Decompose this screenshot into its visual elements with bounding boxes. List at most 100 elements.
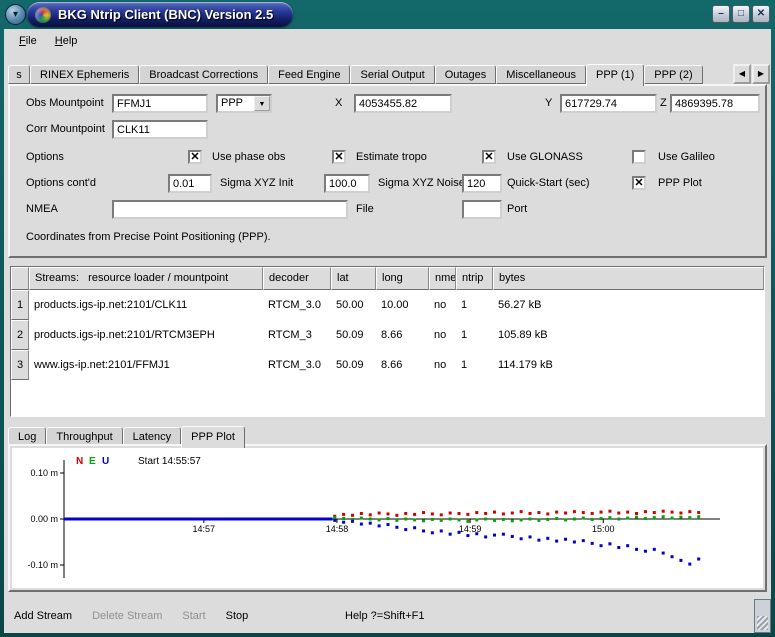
- row-header[interactable]: 2: [11, 320, 29, 350]
- nmea-port-input[interactable]: [462, 200, 502, 219]
- maximize-button[interactable]: □: [732, 5, 750, 23]
- column-header-5[interactable]: ntrip: [456, 267, 493, 290]
- close-icon: ✕: [757, 8, 765, 19]
- cell-bytes: 105.89 kB: [493, 320, 764, 350]
- file-label: File: [356, 200, 374, 219]
- x-label: X: [335, 94, 342, 113]
- stop-button[interactable]: Stop: [226, 610, 249, 622]
- use-galileo-label: Use Galileo: [658, 148, 715, 167]
- tab-ppp-plot[interactable]: PPP Plot: [181, 426, 245, 448]
- svg-text:E: E: [89, 456, 96, 467]
- column-header-4[interactable]: nmea: [429, 267, 456, 290]
- use-galileo-checkbox[interactable]: [632, 150, 646, 164]
- options-contd-label: Options cont'd: [26, 174, 96, 193]
- nmea-label: NMEA: [26, 200, 58, 219]
- tab-broadcast-corrections[interactable]: Broadcast Corrections: [139, 65, 268, 84]
- ppp-combobox[interactable]: PPP ▼: [216, 94, 272, 113]
- cell-nmea: no: [429, 320, 456, 350]
- tab-rinex-ephemeris[interactable]: RINEX Ephemeris: [30, 65, 139, 84]
- use-phase-obs-checkbox[interactable]: ✕: [188, 150, 202, 164]
- cell-mountpoint: products.igs-ip.net:2101/CLK11: [29, 290, 263, 320]
- port-label: Port: [507, 200, 527, 219]
- top-tab-bar: sRINEX EphemerisBroadcast CorrectionsFee…: [8, 62, 703, 84]
- minimize-button[interactable]: –: [712, 5, 730, 23]
- menu-bar: FileHelp: [4, 29, 771, 53]
- window: ▾ BKG Ntrip Client (BNC) Version 2.5 – □…: [0, 0, 775, 637]
- svg-text:Start 14:55:57: Start 14:55:57: [138, 456, 201, 467]
- svg-text:15:00: 15:00: [592, 524, 615, 534]
- svg-text:0.00 m: 0.00 m: [30, 514, 58, 524]
- cell-bytes: 114.179 kB: [493, 350, 764, 380]
- arrow-right-icon: ▶: [758, 69, 764, 78]
- menu-item-help[interactable]: Help: [46, 32, 87, 50]
- sigma-xyz-init-input[interactable]: [168, 174, 212, 193]
- cell-decoder: RTCM_3.0: [263, 350, 331, 380]
- ppp-plot-checkbox[interactable]: ✕: [632, 176, 646, 190]
- tab-ppp-2[interactable]: PPP (2): [644, 65, 702, 84]
- menu-item-file[interactable]: File: [10, 32, 46, 50]
- cell-decoder: RTCM_3.0: [263, 290, 331, 320]
- column-header-0[interactable]: Streams: resource loader / mountpoint: [29, 267, 263, 290]
- obs-mountpoint-label: Obs Mountpoint: [26, 94, 104, 113]
- column-header-1[interactable]: decoder: [263, 267, 331, 290]
- ppp-plot-svg: 0.10 m0.00 m-0.10 m14:5714:5814:5915:00N…: [12, 448, 763, 588]
- svg-text:0.10 m: 0.10 m: [30, 468, 58, 478]
- resize-grip[interactable]: [754, 599, 771, 633]
- cell-nmea: no: [429, 350, 456, 380]
- tab-miscellaneous[interactable]: Miscellaneous: [496, 65, 586, 84]
- chevron-down-icon[interactable]: ▼: [254, 96, 270, 111]
- add-stream-button[interactable]: Add Stream: [14, 610, 72, 622]
- estimate-tropo-checkbox[interactable]: ✕: [332, 150, 346, 164]
- cell-bytes: 56.27 kB: [493, 290, 764, 320]
- app-icon: [35, 7, 51, 23]
- client-area: FileHelp sRINEX EphemerisBroadcast Corre…: [4, 29, 771, 633]
- nmea-file-input[interactable]: [112, 200, 348, 219]
- quick-start-input[interactable]: [462, 174, 502, 193]
- cell-long: 8.66: [376, 350, 429, 380]
- title-bar: ▾ BKG Ntrip Client (BNC) Version 2.5 – □…: [0, 0, 775, 29]
- delete-stream-button: Delete Stream: [92, 610, 162, 622]
- window-menu-button[interactable]: ▾: [5, 4, 26, 25]
- table-row[interactable]: 2products.igs-ip.net:2101/RTCM3EPHRTCM_3…: [11, 320, 764, 350]
- sigma-xyz-noise-label: Sigma XYZ Noise: [378, 174, 465, 193]
- tab-scroll-right-button[interactable]: ▶: [752, 64, 770, 84]
- ppp-plot-area: 0.10 m0.00 m-0.10 m14:5714:5814:5915:00N…: [12, 448, 763, 588]
- action-bar: Add StreamDelete StreamStartStop Help ?=…: [4, 604, 771, 628]
- start-button: Start: [182, 610, 205, 622]
- cell-ntrip: 1: [456, 290, 493, 320]
- table-row[interactable]: 1products.igs-ip.net:2101/CLK11RTCM_3.05…: [11, 290, 764, 320]
- obs-mountpoint-input[interactable]: [112, 94, 208, 113]
- arrow-left-icon: ◀: [739, 69, 745, 78]
- row-header[interactable]: 1: [11, 290, 29, 320]
- column-header-6[interactable]: bytes: [493, 267, 764, 290]
- cell-long: 10.00: [376, 290, 429, 320]
- tab-serial-output[interactable]: Serial Output: [350, 65, 434, 84]
- table-row[interactable]: 3www.igs-ip.net:2101/FFMJ1RTCM_3.050.098…: [11, 350, 764, 380]
- cell-lat: 50.00: [331, 290, 376, 320]
- column-header-2[interactable]: lat: [331, 267, 376, 290]
- use-glonass-checkbox[interactable]: ✕: [482, 150, 496, 164]
- tab-outages[interactable]: Outages: [435, 65, 497, 84]
- x-coordinate-input[interactable]: [354, 94, 452, 113]
- column-header-3[interactable]: long: [376, 267, 429, 290]
- cell-lat: 50.09: [331, 350, 376, 380]
- sigma-xyz-noise-input[interactable]: [324, 174, 370, 193]
- tab-scroll-left-button[interactable]: ◀: [733, 64, 751, 84]
- svg-text:14:57: 14:57: [193, 524, 216, 534]
- quick-start-label: Quick-Start (sec): [507, 174, 590, 193]
- ppp-description: Coordinates from Precise Point Positioni…: [26, 228, 271, 247]
- z-coordinate-input[interactable]: [670, 94, 760, 113]
- svg-text:14:58: 14:58: [326, 524, 349, 534]
- tab-partial[interactable]: s: [8, 65, 30, 84]
- tab-feed-engine[interactable]: Feed Engine: [268, 65, 350, 84]
- cell-long: 8.66: [376, 320, 429, 350]
- cell-decoder: RTCM_3: [263, 320, 331, 350]
- ppp-plot-label: PPP Plot: [658, 174, 702, 193]
- corr-mountpoint-input[interactable]: [112, 120, 208, 139]
- row-header[interactable]: 3: [11, 350, 29, 380]
- y-coordinate-input[interactable]: [560, 94, 657, 113]
- close-button[interactable]: ✕: [752, 5, 770, 23]
- cell-lat: 50.09: [331, 320, 376, 350]
- table-corner: [11, 267, 29, 290]
- tab-ppp-1[interactable]: PPP (1): [586, 64, 644, 86]
